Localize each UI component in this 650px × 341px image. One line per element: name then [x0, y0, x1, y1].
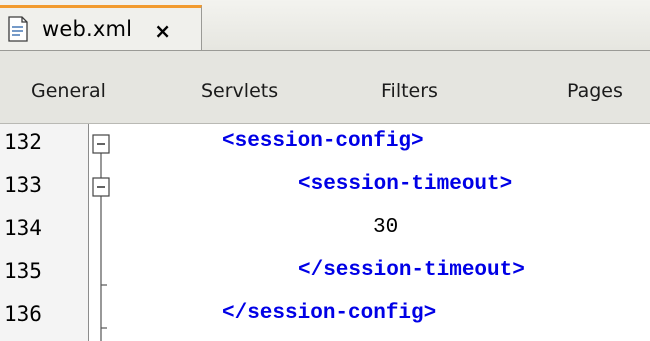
- collapse-fold-icon[interactable]: [89, 124, 113, 167]
- code-editor[interactable]: 132 <session-config> 133 <session-timeou…: [0, 124, 650, 341]
- tab-label: web.xml: [42, 17, 133, 41]
- code-line: 135 </session-timeout>: [0, 253, 650, 296]
- tab-web-xml[interactable]: web.xml ×: [0, 5, 202, 50]
- code-line: 133 <session-timeout>: [0, 167, 650, 210]
- view-servlets[interactable]: Servlets: [201, 80, 278, 102]
- editor-view-bar: General Servlets Filters Pages: [0, 51, 650, 124]
- close-tab-icon[interactable]: ×: [154, 19, 171, 43]
- code-line: 134 30: [0, 210, 650, 253]
- line-number: 133: [4, 173, 42, 197]
- view-general[interactable]: General: [31, 80, 106, 102]
- xml-tag: </session-timeout>: [298, 259, 525, 282]
- code-line: 136 </session-config>: [0, 296, 650, 339]
- line-number: 136: [4, 302, 42, 326]
- view-pages[interactable]: Pages: [567, 80, 623, 102]
- code-line: 132 <session-config>: [0, 124, 650, 167]
- xml-tag: <session-config>: [222, 130, 424, 153]
- view-filters[interactable]: Filters: [381, 80, 438, 102]
- line-number: 132: [4, 130, 42, 154]
- line-number: 134: [4, 216, 42, 240]
- editor-tab-strip: web.xml ×: [0, 0, 650, 51]
- xml-document-icon: [8, 16, 28, 42]
- xml-tag: </session-config>: [222, 302, 437, 325]
- xml-tag: <session-timeout>: [298, 173, 513, 196]
- xml-value: 30: [373, 216, 399, 239]
- line-number: 135: [4, 259, 42, 283]
- collapse-fold-icon[interactable]: [89, 167, 113, 210]
